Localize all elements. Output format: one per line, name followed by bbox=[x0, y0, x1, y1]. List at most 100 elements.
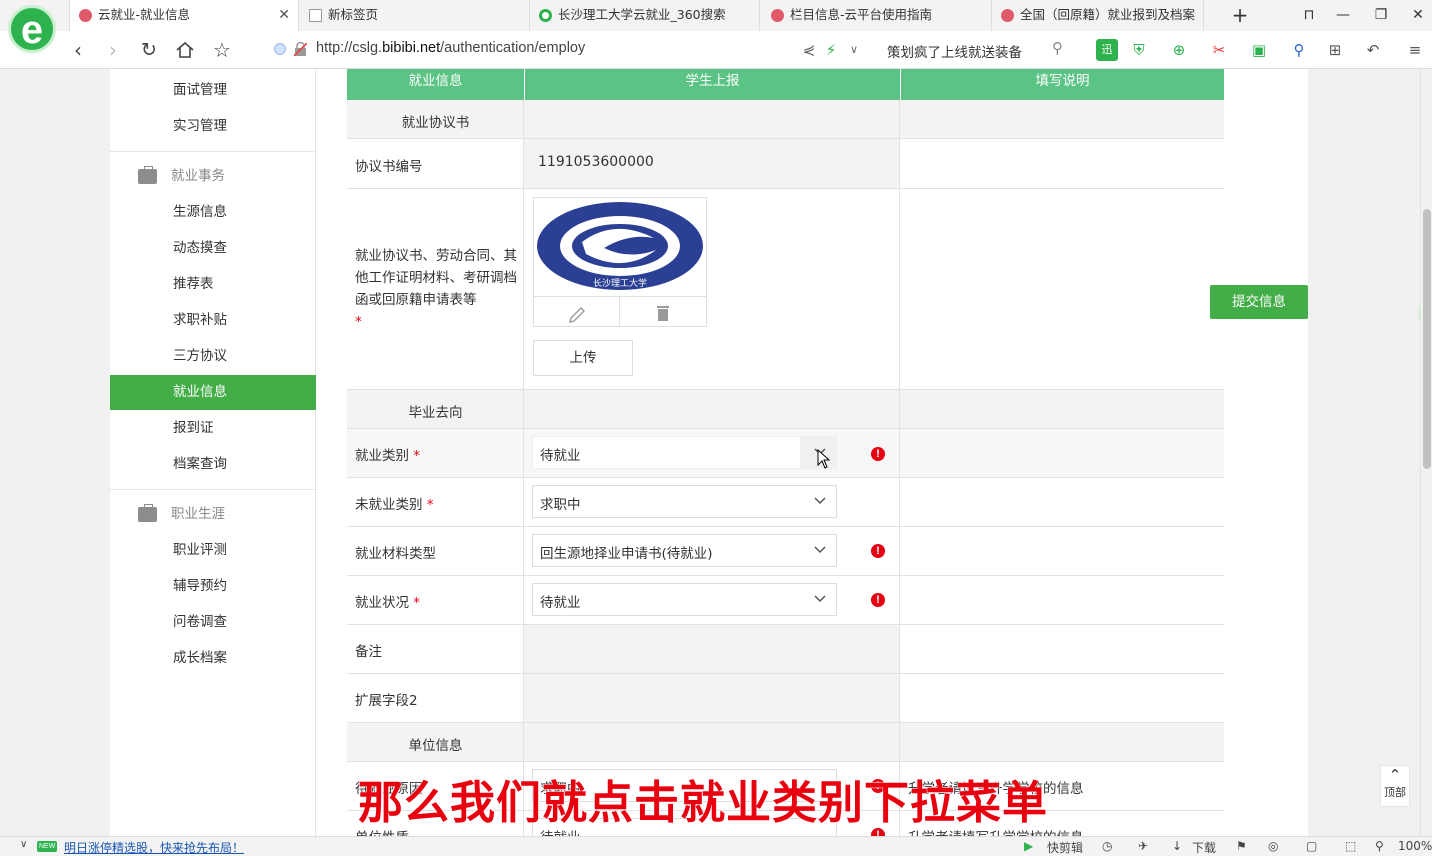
sidebar-item-interview[interactable]: 面试管理 bbox=[110, 73, 316, 108]
close-window-button[interactable]: ✕ bbox=[1405, 4, 1431, 26]
browser-logo[interactable]: e bbox=[8, 5, 56, 53]
delete-image-button[interactable] bbox=[620, 297, 706, 327]
label-text: 就业类别 bbox=[355, 448, 409, 464]
scrollbar[interactable] bbox=[1420, 69, 1432, 836]
briefcase-icon bbox=[138, 504, 157, 522]
chevron-down-icon[interactable]: ∨ bbox=[20, 839, 27, 850]
game-icon[interactable]: ▣ bbox=[1248, 39, 1270, 61]
sidebar-item-job-subsidy[interactable]: 求职补贴 bbox=[110, 303, 316, 338]
sidebar-group-employment[interactable]: 就业事务 bbox=[110, 158, 316, 194]
submit-button[interactable]: 提交信息 bbox=[1210, 285, 1308, 319]
search-icon[interactable]: ⚲ bbox=[1052, 39, 1063, 57]
sidebar-item-assessment[interactable]: 职业评测 bbox=[110, 533, 316, 568]
chevron-down-icon[interactable]: ∨ bbox=[843, 39, 865, 61]
edit-image-button[interactable] bbox=[534, 297, 620, 327]
sidebar-item-tripartite[interactable]: 三方协议 bbox=[110, 339, 316, 374]
remark-label: 备注 bbox=[355, 644, 382, 660]
select-value: 待就业 bbox=[540, 448, 581, 464]
sidebar-item-archive[interactable]: 档案查询 bbox=[110, 447, 316, 482]
mouse-cursor-icon bbox=[817, 449, 831, 469]
restore-button[interactable]: ❐ bbox=[1368, 4, 1394, 26]
download-icon[interactable]: ↓ bbox=[1172, 839, 1182, 853]
flag-icon[interactable]: ⚑ bbox=[1236, 839, 1247, 853]
employment-type-select[interactable]: 待就业 bbox=[532, 436, 837, 469]
speed-mode-icon[interactable]: ⚡ bbox=[820, 39, 842, 61]
sidebar-item-internship[interactable]: 实习管理 bbox=[110, 109, 316, 144]
sidebar-item-growth[interactable]: 成长档案 bbox=[110, 641, 316, 676]
grid-icon bbox=[309, 9, 322, 22]
employment-status-select[interactable]: 待就业 bbox=[532, 583, 837, 616]
sidebar-toggle-icon[interactable]: ⊓ bbox=[1296, 4, 1322, 26]
sidebar-item-counseling[interactable]: 辅导预约 bbox=[110, 569, 316, 604]
svg-text:长沙理工大学: 长沙理工大学 bbox=[593, 277, 647, 289]
apps-grid-icon[interactable]: ⊞ bbox=[1324, 39, 1346, 61]
scissors-icon[interactable]: ✂ bbox=[1208, 39, 1230, 61]
refresh-icon[interactable]: ↻ bbox=[136, 37, 162, 63]
zoom-level[interactable]: 100% bbox=[1398, 839, 1432, 853]
material-type-select[interactable]: 回生源地择业申请书(待就业) bbox=[532, 534, 837, 567]
download-label[interactable]: 下载 bbox=[1192, 839, 1216, 856]
tab-title: 云就业-就业信息 bbox=[98, 7, 191, 22]
sidebar-item-source-info[interactable]: 生源信息 bbox=[110, 195, 316, 230]
zoom-icon[interactable]: ⚲ bbox=[1375, 839, 1384, 853]
url-field[interactable]: http://cslg.bibibi.net/authentication/em… bbox=[316, 40, 585, 56]
minimize-button[interactable]: — bbox=[1330, 4, 1356, 26]
tab-archive[interactable]: 全国（回原籍）就业报到及档案 bbox=[992, 0, 1204, 31]
url-domain: bibibi.net bbox=[382, 40, 441, 56]
extension-icon[interactable]: 迅 bbox=[1096, 39, 1118, 61]
news-link[interactable]: 明日涨停精选股，快来抢先布局！ bbox=[64, 839, 244, 856]
share-icon[interactable]: ⋞ bbox=[798, 39, 820, 61]
quick-cut-icon[interactable]: ▶ bbox=[1024, 839, 1033, 853]
home-icon[interactable] bbox=[172, 37, 198, 63]
new-tab-button[interactable]: + bbox=[1227, 4, 1253, 26]
forward-icon[interactable]: › bbox=[100, 37, 126, 63]
select-value: 求职中 bbox=[540, 497, 581, 513]
security-guard-icon[interactable]: ⛨ bbox=[1128, 39, 1150, 61]
upload-button[interactable]: 上传 bbox=[533, 340, 633, 376]
label-text: 未就业类别 bbox=[355, 497, 423, 513]
tab-yunjiuye[interactable]: 云就业-就业信息 ✕ bbox=[69, 0, 299, 31]
screenshot-icon[interactable]: ⬚ bbox=[1345, 839, 1356, 853]
form-row: 未就业类别 * 求职中 bbox=[347, 478, 1224, 527]
window-icon[interactable]: ▢ bbox=[1306, 839, 1317, 853]
tab-guide[interactable]: 栏目信息-云平台使用指南 bbox=[762, 0, 992, 31]
insecure-lock-icon[interactable] bbox=[294, 42, 307, 56]
form-row: 备注 bbox=[347, 625, 1224, 674]
tab-search[interactable]: 长沙理工大学云就业_360搜索 bbox=[530, 0, 760, 31]
security-shield-icon[interactable] bbox=[274, 43, 286, 55]
site-favicon-icon bbox=[1001, 9, 1014, 22]
history-icon[interactable]: ◷ bbox=[1102, 839, 1112, 853]
sidebar-item-questionnaire[interactable]: 问卷调查 bbox=[110, 605, 316, 640]
quick-cut-label[interactable]: 快剪辑 bbox=[1047, 839, 1083, 856]
sidebar-item-survey[interactable]: 动态摸查 bbox=[110, 231, 316, 266]
add-account-icon[interactable]: ⊕ bbox=[1168, 39, 1190, 61]
sidebar-item-recommendation[interactable]: 推荐表 bbox=[110, 267, 316, 302]
close-tab-icon[interactable]: ✕ bbox=[278, 0, 290, 30]
required-mark: * bbox=[413, 448, 421, 464]
cleanup-icon[interactable]: ◎ bbox=[1268, 839, 1278, 853]
pin-icon[interactable]: ✈ bbox=[1138, 839, 1148, 853]
back-to-top-button[interactable]: ⌃ 顶部 bbox=[1380, 765, 1410, 807]
form-row: 就业类别 * 待就业 ! bbox=[347, 429, 1224, 478]
select-value: 回生源地择业申请书(待就业) bbox=[540, 546, 713, 562]
required-mark: * bbox=[413, 595, 421, 611]
trash-icon bbox=[657, 306, 669, 321]
search-box[interactable]: 策划疯了上线就送装备 ⚲ bbox=[870, 37, 1080, 63]
undo-icon[interactable]: ↶ bbox=[1362, 39, 1384, 61]
tab-new[interactable]: 新标签页 bbox=[300, 0, 530, 31]
sidebar-group-career[interactable]: 职业生涯 bbox=[110, 496, 316, 532]
scrollbar-thumb[interactable] bbox=[1423, 209, 1431, 469]
group-label: 就业事务 bbox=[171, 168, 225, 184]
tab-title: 长沙理工大学云就业_360搜索 bbox=[558, 7, 726, 22]
favorite-star-icon[interactable]: ☆ bbox=[209, 37, 235, 63]
back-icon[interactable]: ‹ bbox=[65, 37, 91, 63]
ext-field-label: 扩展字段2 bbox=[355, 693, 418, 709]
zoom-search-icon[interactable]: ⚲ bbox=[1288, 39, 1310, 61]
sidebar-item-report-card[interactable]: 报到证 bbox=[110, 411, 316, 446]
sidebar-item-employment-info[interactable]: 就业信息 bbox=[110, 375, 316, 410]
unemployed-type-select[interactable]: 求职中 bbox=[532, 485, 837, 518]
menu-icon[interactable]: ≡ bbox=[1404, 39, 1426, 61]
section-row: 毕业去向 bbox=[347, 390, 1224, 429]
url-path: /authentication/employ bbox=[440, 40, 586, 56]
employment-status-label: 就业状况 * bbox=[355, 591, 420, 611]
